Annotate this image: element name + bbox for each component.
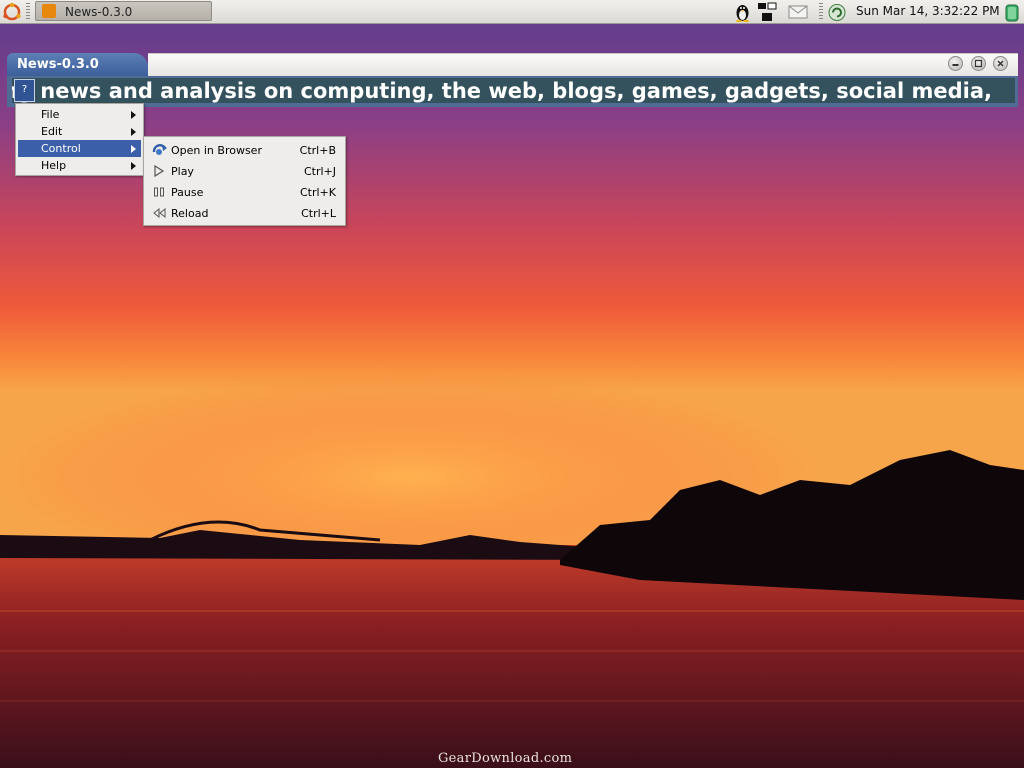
- top-panel: News-0.3.0 Sun Mar 14, 3:32:22 PM: [0, 0, 1024, 24]
- menu-item-label: Open in Browser: [171, 144, 262, 157]
- close-button[interactable]: [993, 56, 1008, 71]
- rss-feed-icon: [42, 4, 56, 18]
- submenu-arrow-icon: [131, 145, 136, 153]
- menu-item-label: Control: [41, 142, 81, 155]
- menu-item-edit[interactable]: Edit: [18, 123, 141, 140]
- panel-grip[interactable]: [26, 3, 30, 21]
- submenu-arrow-icon: [131, 128, 136, 136]
- play-icon: [152, 164, 166, 178]
- main-menu-icon[interactable]: [1, 2, 23, 22]
- close-icon: [997, 60, 1004, 67]
- menu-item-shortcut: Ctrl+J: [303, 165, 336, 178]
- menu-item-control[interactable]: Control: [18, 140, 141, 157]
- menu-item-label: Play: [171, 165, 194, 178]
- control-submenu: Open in Browser Ctrl+B Play Ctrl+J Pause…: [143, 136, 346, 226]
- app-context-menu: File Edit Control Help: [15, 103, 144, 176]
- menu-item-open-in-browser[interactable]: Open in Browser Ctrl+B: [145, 139, 344, 160]
- menu-item-help[interactable]: Help: [18, 157, 141, 174]
- update-notifier-icon[interactable]: [827, 3, 847, 22]
- network-monitor-icon[interactable]: [757, 2, 777, 22]
- rewind-icon: [152, 206, 166, 220]
- tux-penguin-icon[interactable]: [733, 2, 752, 23]
- pause-icon: [152, 185, 166, 199]
- menu-item-file[interactable]: File: [18, 106, 141, 123]
- mail-icon[interactable]: [788, 4, 808, 20]
- menu-item-shortcut: Ctrl+L: [301, 207, 336, 220]
- browser-refresh-icon: [152, 143, 167, 157]
- panel-clock[interactable]: Sun Mar 14, 3:32:22 PM: [856, 4, 1000, 18]
- menu-item-label: Help: [41, 159, 67, 172]
- trash-icon[interactable]: [1003, 2, 1021, 22]
- menu-item-reload[interactable]: Reload Ctrl+L: [145, 202, 344, 223]
- submenu-arrow-icon: [131, 111, 136, 119]
- menu-item-play[interactable]: Play Ctrl+J: [145, 160, 344, 181]
- menu-item-shortcut: Ctrl+K: [299, 186, 336, 199]
- app-menu-button[interactable]: ?: [14, 79, 35, 102]
- watermark: GearDownload.com: [438, 751, 573, 766]
- taskbar-window-label: News-0.3.0: [65, 5, 133, 19]
- window-title-tab[interactable]: News-0.3.0: [7, 53, 148, 76]
- maximize-icon: [974, 59, 983, 68]
- menu-item-label: Edit: [41, 125, 63, 138]
- taskbar-window-button[interactable]: News-0.3.0: [35, 1, 212, 21]
- menu-item-shortcut: Ctrl+B: [299, 144, 336, 157]
- news-ticker[interactable]: ng news and analysis on computing, the w…: [12, 78, 1015, 103]
- panel-grip[interactable]: [819, 3, 823, 21]
- minimize-icon: [952, 64, 959, 66]
- window-titlebar[interactable]: [148, 53, 1018, 76]
- menu-item-pause[interactable]: Pause Ctrl+K: [145, 181, 344, 202]
- menu-item-label: Reload: [171, 207, 209, 220]
- maximize-button[interactable]: [971, 56, 986, 71]
- minimize-button[interactable]: [948, 56, 963, 71]
- desktop-wallpaper: [0, 0, 1024, 768]
- submenu-arrow-icon: [131, 162, 136, 170]
- ticker-headline[interactable]: ng news and analysis on computing, the w…: [12, 79, 992, 103]
- menu-item-label: File: [41, 108, 60, 121]
- window-title: News-0.3.0: [17, 57, 99, 72]
- menu-item-label: Pause: [171, 186, 204, 199]
